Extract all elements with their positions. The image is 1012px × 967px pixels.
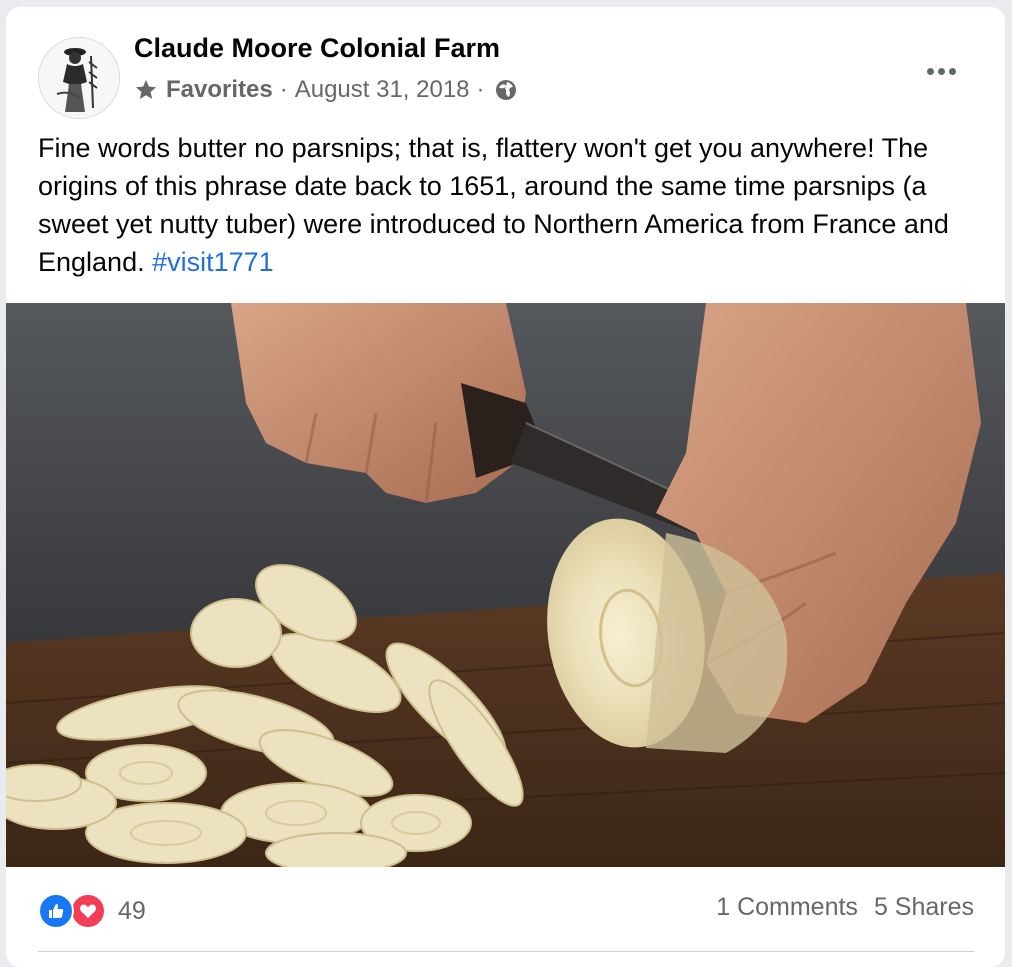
more-options-icon[interactable] [921,59,961,83]
meta-separator: · [279,76,288,103]
star-icon [136,80,156,99]
comments-count[interactable]: 1 Comments [716,893,858,922]
post-meta: Favorites · August 31, 2018 · [134,75,518,105]
hashtag-link[interactable]: #visit1771 [152,247,274,277]
reaction-count: 49 [118,896,146,925]
like-icon [38,893,74,929]
avatar[interactable] [38,37,120,119]
meta-separator-2: · [476,76,485,103]
shares-count[interactable]: 5 Shares [874,893,974,922]
love-icon [70,893,106,929]
post-text: Fine words butter no parsnips; that is, … [38,129,978,281]
post-footer: 49 1 Comments 5 Shares [38,883,974,939]
page-name[interactable]: Claude Moore Colonial Farm [134,33,500,64]
post-photo[interactable] [6,303,1005,867]
post-card: Claude Moore Colonial Farm Favorites · A… [6,7,1005,967]
audience-label[interactable]: Favorites [166,76,273,104]
engagement-stats: 1 Comments 5 Shares [716,893,974,922]
globe-icon [495,80,516,100]
footer-divider [38,951,974,952]
post-date[interactable]: August 31, 2018 [295,76,470,104]
reactions-summary[interactable]: 49 [38,893,146,929]
